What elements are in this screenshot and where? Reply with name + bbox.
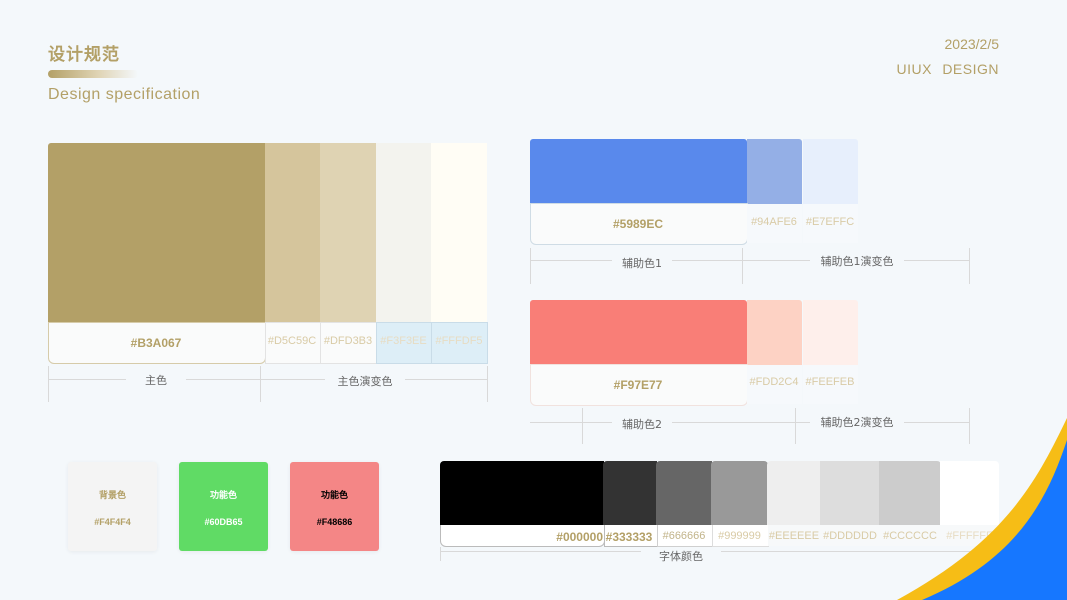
aux2-gradient-hex-1: #FDD2C4: [749, 376, 799, 388]
font-color-swatch-333333: [603, 461, 657, 526]
font-color-swatch-666666: [656, 461, 712, 526]
primary-gradient-swatch-3: [376, 143, 431, 323]
aux1-dimension-tick: [530, 248, 531, 284]
aux2-dimension-tick: [582, 408, 583, 444]
aux1-main-swatch: [530, 139, 747, 204]
aux2-gradient-swatch-2: [803, 300, 858, 365]
font-color-hex-999999: #999999: [718, 530, 761, 542]
aux1-main-hex: #5989EC: [612, 217, 664, 231]
font-color-label: 字体颜色: [641, 548, 721, 564]
font-color-hex-000000: #000000: [556, 530, 603, 544]
primary-main-swatch: [48, 143, 265, 323]
corner-swoosh-decoration: [897, 418, 1067, 600]
date-text: 2023/2/5: [944, 36, 1000, 52]
page-title-zh: 设计规范: [48, 45, 120, 65]
primary-gradient-hex-3: #F3F3EE: [380, 335, 427, 347]
aux1-gradient-hex-2: #E7EFFC: [805, 216, 855, 228]
title-accent-bar: [48, 70, 138, 78]
card-name: 功能色: [320, 491, 348, 501]
primary-gradient-hex-2: #DFD3B3: [323, 335, 373, 347]
card-name: 功能色: [209, 491, 237, 501]
aux1-dimension-tick: [742, 248, 743, 284]
font-color-hex-333333: #333333: [605, 530, 653, 544]
primary-gradient-swatch-2: [320, 143, 376, 323]
aux2-gradient-hex-2: #FEEFEB: [805, 376, 855, 388]
primary-dimension-tick: [260, 366, 261, 402]
brand-text: UIUX DESIGN: [896, 61, 999, 77]
aux1-dimension-tick: [969, 248, 970, 284]
card-hex: #60DB65: [204, 517, 243, 527]
aux2-gradient-swatch-1: [747, 300, 802, 365]
background-color-card: 背景色 #F4F4F4: [68, 462, 157, 551]
font-color-hex-666666: #666666: [662, 530, 706, 542]
primary-gradient-hex-1: #D5C59C: [267, 335, 317, 347]
font-color-swatch-000000: [440, 461, 604, 526]
aux2-main-swatch: [530, 300, 747, 365]
font-color-swatch-eeeeee: [767, 461, 821, 526]
aux2-dimension-tick: [795, 408, 796, 444]
primary-gradient-swatch-1: [265, 143, 320, 323]
primary-dimension-tick: [48, 366, 49, 402]
primary-dimension-tick: [487, 366, 488, 402]
primary-dimension-line: [48, 379, 487, 380]
primary-main-hex: #B3A067: [130, 336, 182, 350]
function-color-card-red: 功能色 #F48686: [290, 462, 379, 551]
aux2-main-hex: #F97E77: [613, 378, 663, 392]
aux2-main-label: 辅助色2: [612, 416, 672, 432]
aux1-gradient-hex-1: #94AFE6: [751, 216, 797, 228]
primary-gradient-swatch-4: [431, 143, 487, 323]
function-color-card-green: 功能色 #60DB65: [179, 462, 268, 551]
primary-gradient-label: 主色演变色: [325, 373, 405, 389]
primary-main-label: 主色: [126, 372, 186, 388]
font-color-dimension-tick: [440, 547, 441, 561]
font-color-hex-eeeeee: #EEEEEE: [768, 530, 820, 542]
aux1-gradient-swatch-1: [747, 139, 802, 204]
card-hex: #F48686: [316, 517, 353, 527]
card-name: 背景色: [98, 491, 126, 501]
card-hex: #F4F4F4: [94, 517, 131, 527]
primary-gradient-hex-4: #FFFDF5: [435, 335, 483, 347]
aux1-main-label: 辅助色1: [612, 255, 672, 271]
font-color-swatch-999999: [711, 461, 768, 526]
page-title-en: Design specification: [48, 86, 201, 103]
aux1-gradient-label: 辅助色1演变色: [810, 253, 904, 269]
aux1-gradient-swatch-2: [803, 139, 858, 204]
